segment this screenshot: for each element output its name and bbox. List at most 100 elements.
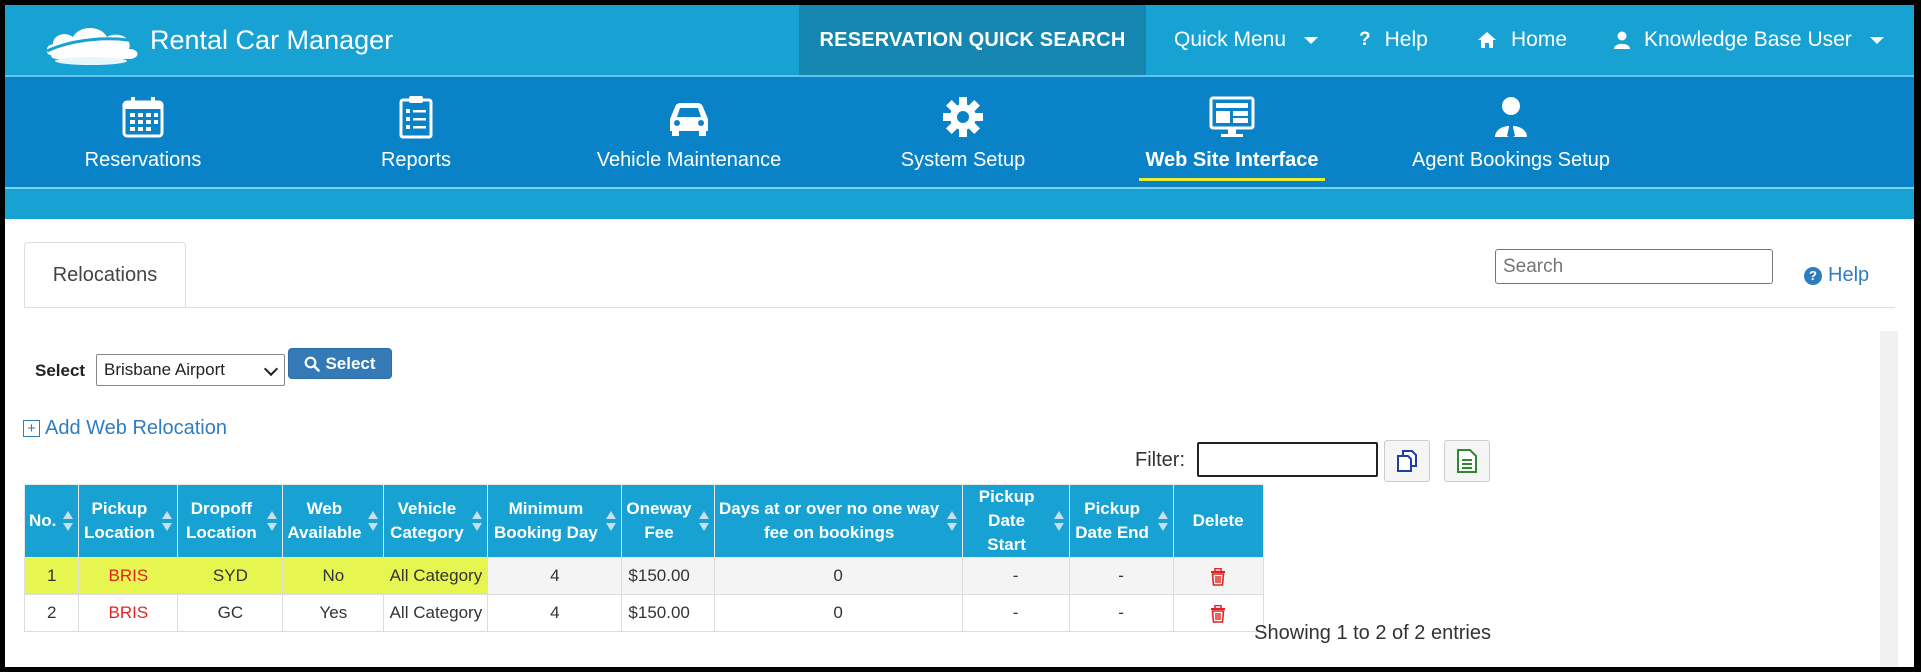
cell-vehicle-category: All Category [383, 594, 489, 632]
cell-oneway-fee: $150.00 [621, 594, 715, 632]
home-link[interactable]: Home [1477, 5, 1567, 75]
sort-icon [472, 511, 483, 531]
table-row[interactable]: 2 BRIS GC Yes All Category 4 $150.00 0 -… [23, 594, 1264, 632]
home-label: Home [1511, 28, 1568, 51]
add-web-relocation-link[interactable]: + Add Web Relocation [23, 417, 227, 440]
cell-pickup-date-end: - [1068, 594, 1174, 632]
nav-item-web-site-interface[interactable]: Web Site Interface [1132, 77, 1332, 187]
table-row[interactable]: 1 BRIS SYD No All Category 4 $150.00 0 -… [23, 557, 1264, 595]
vertical-scrollbar[interactable] [1880, 331, 1898, 667]
sort-icon [1053, 511, 1064, 531]
cell-vehicle-category: All Category [383, 557, 489, 595]
nav-label: Reservations [84, 149, 202, 171]
cell-delete [1172, 557, 1264, 595]
filter-label: Filter: [1135, 449, 1185, 471]
table-info: Showing 1 to 2 of 2 entries [1254, 622, 1491, 644]
help-top-label: Help [1384, 28, 1428, 51]
car-icon [670, 103, 708, 136]
user-name: Knowledge Base User [1644, 28, 1852, 51]
column-header[interactable]: Days at or over no one way fee on bookin… [713, 484, 963, 558]
cell-pickup-location[interactable]: BRIS [78, 557, 179, 595]
trash-icon[interactable] [1210, 604, 1226, 623]
sort-icon [267, 511, 278, 531]
sort-icon [698, 511, 709, 531]
sort-icon [606, 511, 617, 531]
cell-no: 1 [23, 557, 80, 595]
app-title: Rental Car Manager [150, 25, 394, 55]
column-header[interactable]: Pickup Location [78, 484, 179, 558]
sort-icon [368, 511, 379, 531]
calendar-icon [122, 97, 164, 138]
tab-relocations[interactable]: Relocations [24, 242, 186, 308]
main-nav: Reservations Reports Vehicle Maintenance [5, 77, 1914, 187]
cell-minimum-booking-day: 4 [487, 557, 623, 595]
column-header[interactable]: Vehicle Category [383, 484, 489, 558]
chevron-down-icon [263, 361, 279, 377]
nav-label: Vehicle Maintenance [596, 149, 782, 171]
relocations-table: No. Pickup Location Dropoff Location Web… [23, 484, 1264, 632]
nav-item-agent-bookings-setup[interactable]: Agent Bookings Setup [1401, 77, 1621, 187]
help-top-link[interactable]: ? Help [1359, 5, 1428, 75]
search-icon [305, 356, 321, 372]
search-input[interactable] [1495, 249, 1773, 284]
sort-icon [162, 511, 173, 531]
export-csv-button[interactable] [1444, 440, 1490, 482]
cell-days-no-fee: 0 [713, 594, 963, 632]
question-icon: ? [1359, 29, 1371, 50]
nav-label: Reports [380, 149, 452, 171]
chevron-down-icon [1304, 36, 1319, 44]
nav-label: Web Site Interface [1145, 149, 1319, 171]
column-header[interactable]: No. [23, 484, 80, 558]
sort-icon [946, 511, 957, 531]
copy-icon [1397, 450, 1417, 472]
user-menu-dropdown[interactable]: Knowledge Base User [1614, 5, 1884, 75]
nav-item-reports[interactable]: Reports [326, 77, 506, 187]
chevron-down-icon [1869, 36, 1884, 44]
quick-menu-label: Quick Menu [1174, 28, 1287, 51]
column-header[interactable]: Pickup Date Start [961, 484, 1070, 558]
top-bar: Rental Car Manager RESERVATION QUICK SEA… [5, 5, 1914, 75]
cell-pickup-location[interactable]: BRIS [78, 594, 179, 632]
sort-icon [63, 511, 74, 531]
cloud-car-logo-icon [46, 28, 144, 65]
active-nav-underline [1139, 178, 1325, 181]
add-web-relocation-label: Add Web Relocation [45, 417, 227, 439]
copy-button[interactable] [1384, 440, 1430, 482]
column-header[interactable]: Web Available [282, 484, 385, 558]
nav-item-reservations[interactable]: Reservations [53, 77, 233, 187]
cell-web-available: Yes [282, 594, 385, 632]
column-header[interactable]: Dropoff Location [177, 484, 284, 558]
nav-item-vehicle-maintenance[interactable]: Vehicle Maintenance [589, 77, 789, 187]
question-circle-icon: ? [1804, 266, 1822, 285]
nav-item-system-setup[interactable]: System Setup [873, 77, 1053, 187]
cell-dropoff-location: SYD [177, 557, 284, 595]
reservation-quick-search-button[interactable]: RESERVATION QUICK SEARCH [799, 5, 1146, 75]
column-header[interactable]: Oneway Fee [621, 484, 715, 558]
user-icon [1614, 31, 1630, 49]
select-button[interactable]: Select [288, 348, 392, 379]
nav-label: Agent Bookings Setup [1412, 149, 1610, 171]
cell-oneway-fee: $150.00 [621, 557, 715, 595]
agent-icon [1495, 97, 1527, 138]
cell-days-no-fee: 0 [713, 557, 963, 595]
tab-divider [24, 307, 1895, 308]
help-link[interactable]: ? Help [1804, 264, 1869, 287]
sort-icon [1157, 511, 1168, 531]
sub-bar [5, 189, 1914, 219]
select-button-label: Select [325, 353, 376, 373]
trash-icon[interactable] [1210, 567, 1226, 586]
column-header: Delete [1172, 484, 1264, 558]
cell-pickup-date-start: - [961, 594, 1070, 632]
document-icon [1457, 449, 1477, 473]
monitor-icon [1209, 96, 1255, 137]
cell-delete [1172, 594, 1264, 632]
cell-web-available: No [282, 557, 385, 595]
quick-menu-dropdown[interactable]: Quick Menu [1174, 5, 1319, 75]
cell-dropoff-location: GC [177, 594, 284, 632]
clipboard-icon [399, 96, 433, 139]
filter-input[interactable] [1197, 442, 1378, 477]
cell-minimum-booking-day: 4 [487, 594, 623, 632]
column-header[interactable]: Pickup Date End [1068, 484, 1174, 558]
column-header[interactable]: Minimum Booking Day [487, 484, 623, 558]
location-select[interactable]: Brisbane Airport [96, 354, 285, 386]
